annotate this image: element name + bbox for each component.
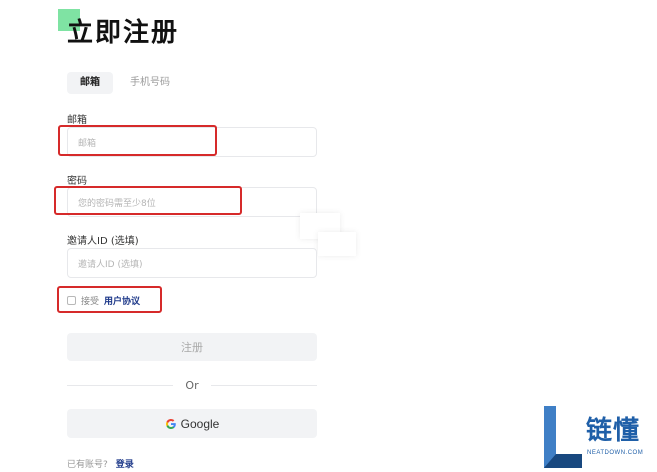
divider-line — [210, 384, 317, 386]
tab-email[interactable]: 邮箱 — [67, 72, 113, 94]
email-input[interactable]: 邮箱 — [67, 127, 317, 157]
email-placeholder: 邮箱 — [78, 138, 97, 149]
agreement-prefix: 接受 — [81, 296, 100, 307]
login-prompt: 已有账号? — [67, 460, 108, 470]
google-login-button[interactable]: Google — [67, 409, 317, 438]
referral-placeholder: 邀请人ID (选填) — [78, 259, 143, 270]
referral-label: 邀请人ID (选填) — [67, 236, 139, 247]
register-button[interactable]: 注册 — [67, 333, 317, 361]
or-divider: Or — [67, 377, 317, 393]
referral-input[interactable]: 邀请人ID (选填) — [67, 248, 317, 278]
password-label: 密码 — [67, 176, 87, 187]
user-agreement-link[interactable]: 用户协议 — [104, 294, 140, 307]
watermark-name: 链懂 — [586, 416, 641, 446]
google-icon — [165, 418, 176, 429]
login-row: 已有账号? 登录 — [67, 457, 134, 470]
watermark-logo: 链懂 NEATDOWN.COM — [540, 404, 655, 470]
agreement-row: 接受 用户协议 — [67, 292, 140, 308]
logo-l-icon — [544, 406, 582, 468]
login-link[interactable]: 登录 — [116, 457, 134, 470]
page-title: 立即注册 — [67, 18, 180, 48]
registration-page: 立即注册 邮箱 手机号码 邮箱 邮箱 密码 您的密码需至少8位 邀请人ID (选… — [0, 0, 657, 472]
google-label: Google — [180, 416, 220, 431]
overlay-fragment — [318, 232, 356, 256]
password-input[interactable]: 您的密码需至少8位 — [67, 187, 317, 217]
or-label: Or — [185, 378, 199, 392]
email-label: 邮箱 — [67, 115, 87, 126]
agreement-checkbox[interactable] — [67, 295, 76, 305]
divider-line — [67, 384, 174, 386]
password-placeholder: 您的密码需至少8位 — [78, 198, 156, 209]
watermark-domain: NEATDOWN.COM — [587, 450, 644, 456]
tab-phone[interactable]: 手机号码 — [122, 72, 178, 94]
